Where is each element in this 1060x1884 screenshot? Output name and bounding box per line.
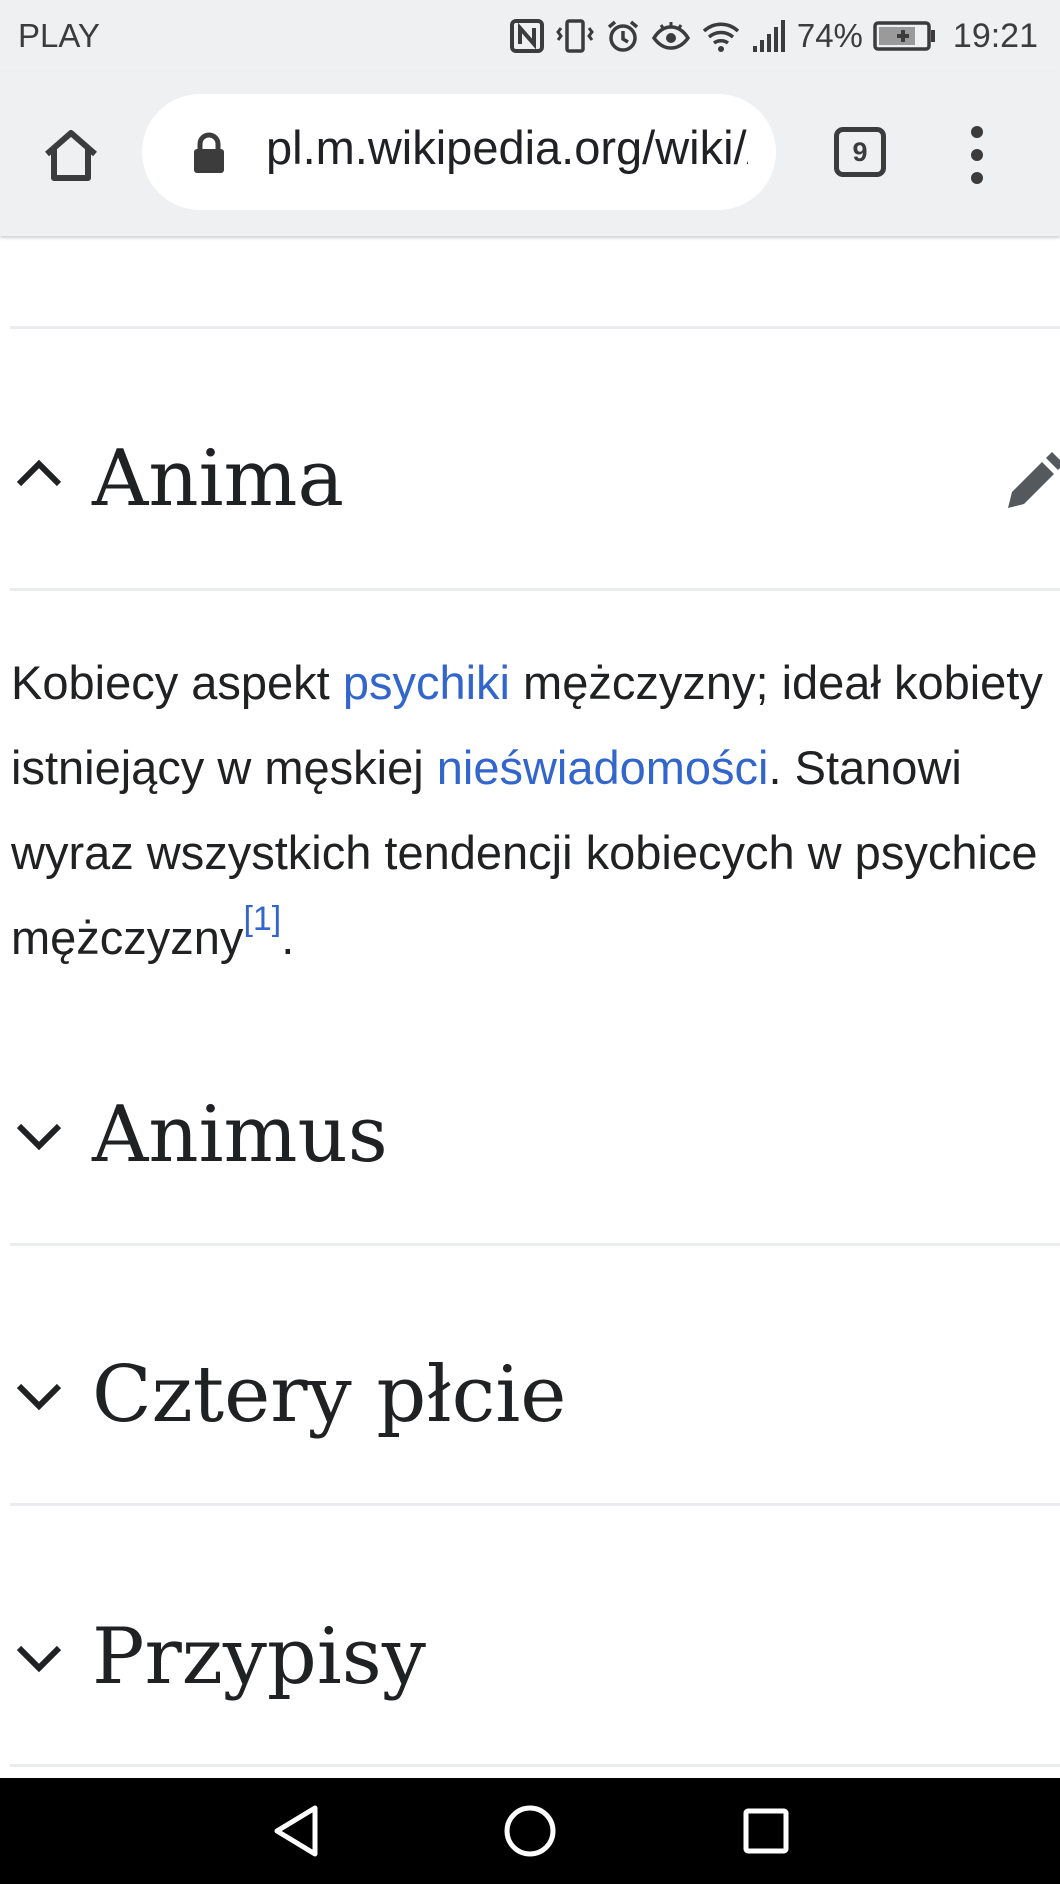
section-title: Animus: [92, 1090, 388, 1180]
tab-switcher-button[interactable]: 9: [830, 122, 890, 182]
menu-dot-icon: [971, 149, 983, 161]
previous-section-heading[interactable]: Geneza terminów: [92, 236, 751, 250]
section-divider: [10, 326, 1060, 329]
reference-link[interactable]: [1]: [243, 900, 281, 938]
recents-square-icon: [743, 1808, 789, 1854]
url-text[interactable]: pl.m.wikipedia.org/wiki/Anima_i_animus: [266, 120, 748, 175]
home-circle-icon: [504, 1805, 556, 1857]
carrier-label: PLAY: [18, 17, 100, 54]
chevron-up-icon[interactable]: [14, 454, 64, 490]
eye-comfort-icon: [651, 22, 690, 50]
back-button[interactable]: [268, 1803, 324, 1859]
section-title: Anima: [92, 434, 344, 524]
section-przypisy[interactable]: Przypisy: [0, 1602, 1060, 1712]
battery-charging-icon: [873, 21, 935, 51]
wifi-icon: [702, 22, 740, 52]
link-nieswiadomosci[interactable]: nieświadomości: [437, 741, 769, 794]
section-cztery-plcie[interactable]: Cztery płcie: [0, 1340, 1060, 1450]
section-anima[interactable]: Anima: [0, 424, 1060, 534]
overflow-menu-button[interactable]: [962, 120, 992, 190]
status-icons: 74% 19:21: [509, 12, 1038, 60]
tab-count-icon: 9: [834, 127, 886, 177]
section-divider: [10, 1503, 1060, 1506]
system-nav-bar: [0, 1778, 1060, 1884]
battery-percentage: 74%: [796, 17, 863, 54]
signal-icon: [752, 20, 785, 52]
tab-count: 9: [852, 136, 868, 167]
section-divider: [10, 1243, 1060, 1246]
browser-toolbar: pl.m.wikipedia.org/wiki/Anima_i_animus 9: [0, 72, 1060, 236]
chevron-down-icon[interactable]: [14, 1642, 64, 1678]
home-button[interactable]: [38, 122, 104, 188]
section-title: Cztery płcie: [92, 1350, 567, 1440]
menu-dot-icon: [971, 172, 983, 184]
alarm-icon: [607, 20, 638, 52]
chevron-down-icon[interactable]: [14, 1120, 64, 1156]
vibrate-icon: [555, 19, 594, 53]
recents-button[interactable]: [738, 1803, 794, 1859]
home-icon: [45, 130, 97, 181]
nfc-icon: [509, 19, 544, 53]
home-nav-button[interactable]: [502, 1803, 558, 1859]
section-title: Przypisy: [92, 1612, 426, 1702]
chevron-down-icon[interactable]: [14, 1380, 64, 1416]
section-animus[interactable]: Animus: [0, 1080, 1060, 1190]
menu-dot-icon: [971, 126, 983, 138]
clock: 19:21: [952, 16, 1038, 55]
status-bar: PLAY 74% 19:21: [0, 0, 1060, 72]
edit-pencil-icon[interactable]: [1004, 452, 1060, 512]
link-psychiki[interactable]: psychiki: [343, 656, 510, 709]
paragraph-text: Kobiecy aspekt: [11, 656, 343, 709]
address-bar[interactable]: pl.m.wikipedia.org/wiki/Anima_i_animus: [142, 94, 776, 210]
back-triangle-icon: [274, 1805, 318, 1857]
section-divider: [10, 1764, 1060, 1767]
section-anima-paragraph: Kobiecy aspekt psychiki mężczyzny; ideał…: [11, 640, 1056, 980]
article-content: Geneza terminów Anima Kobiecy aspekt psy…: [0, 236, 1060, 1778]
paragraph-text: .: [281, 911, 295, 964]
lock-icon: [194, 132, 224, 173]
section-divider: [10, 588, 1060, 591]
